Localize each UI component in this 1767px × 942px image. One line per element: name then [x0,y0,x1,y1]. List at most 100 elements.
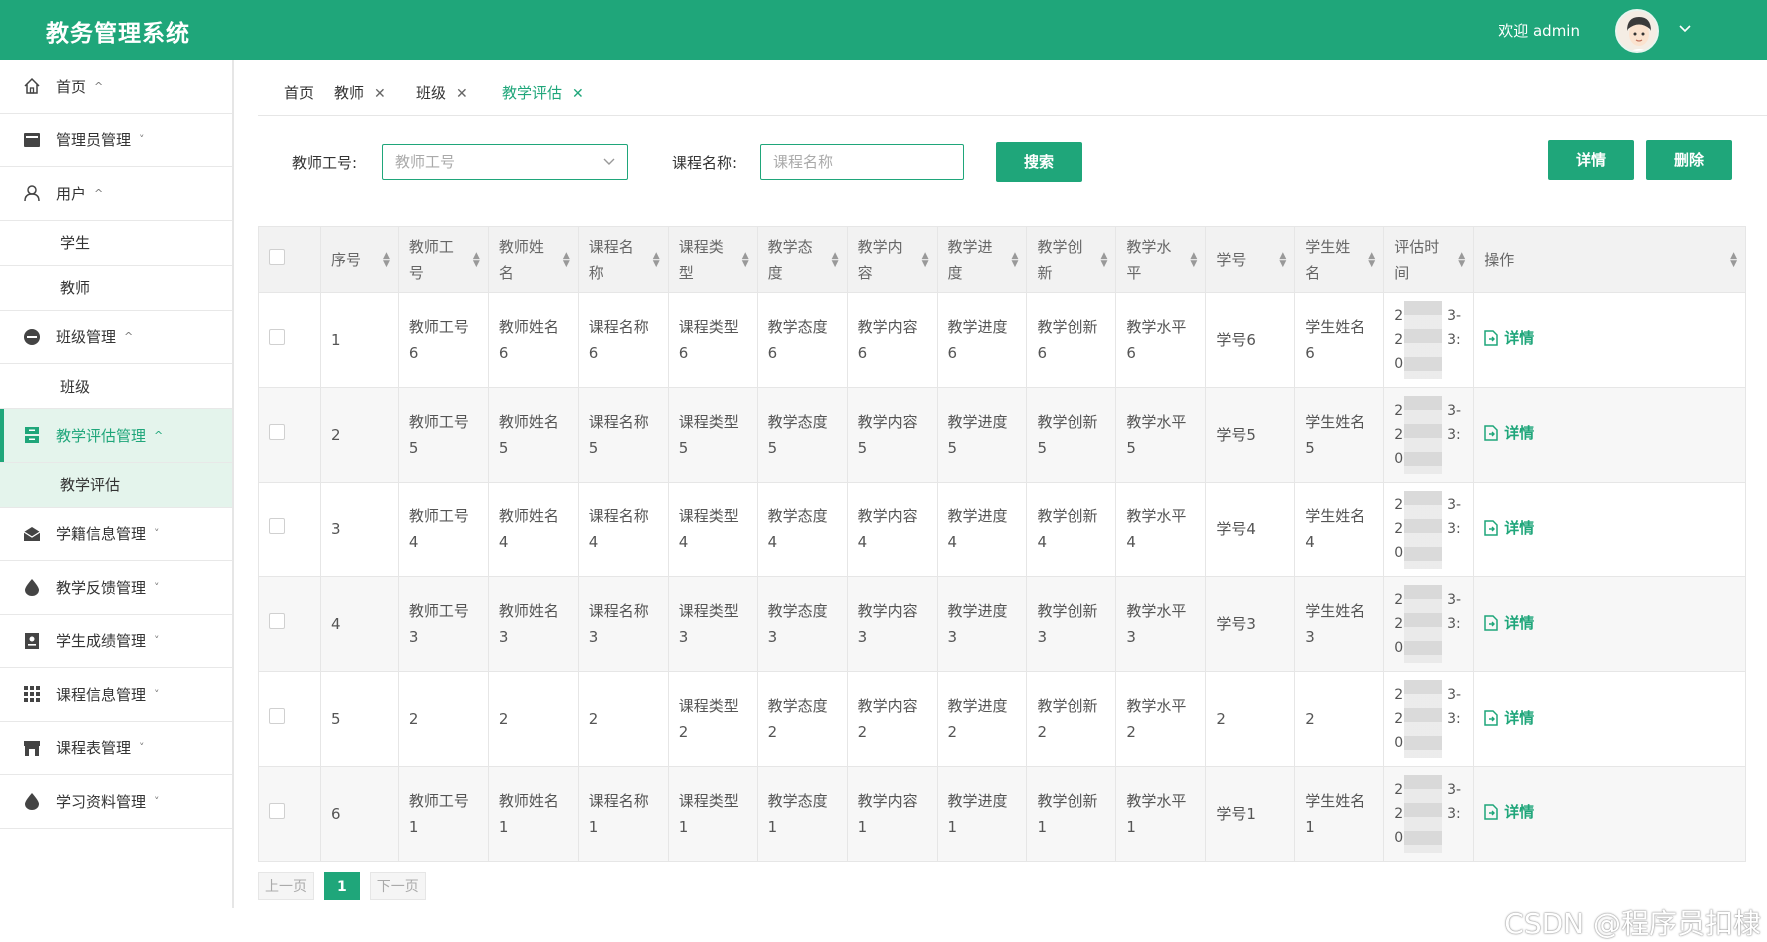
column-header[interactable]: 操作 ▲ ▼ [1473,226,1746,293]
cell-text: 课程类型 [678,697,739,716]
row-number: 1 [319,292,399,388]
column-header[interactable]: 教学内容 ▲ ▼ [846,226,938,293]
course-name-input[interactable]: 课程名称 [760,144,964,180]
watermark: CSDN @程序员扣棣 [1504,907,1761,940]
sort-icon[interactable]: ▲ ▼ [1012,251,1019,268]
cell-text: 教师姓名 [498,791,559,810]
detail-link-label: 详情 [1504,803,1535,822]
sidebar-item-class-mgmt[interactable]: 班级管理 ^ [0,311,232,364]
row-checkbox[interactable] [269,328,285,345]
row-detail-link[interactable]: 详情 [1484,420,1534,446]
table-row[interactable]: 1 教师工号 6 教师姓名 6 课程名称 6 课程类型 6 教学态度 6 教学内容 6 教学进度 6 教学创新… [258,292,1746,388]
sidebar-item-teacher[interactable]: 教师 [0,266,232,311]
sort-icon[interactable]: ▲ ▼ [1190,251,1197,268]
table-cell: 教学水平 6 [1115,292,1207,388]
sidebar-item-student[interactable]: 学生 [0,221,232,266]
column-header[interactable]: 评估时间 ▲ ▼ [1383,226,1475,293]
column-header[interactable]: 教学态度 ▲ ▼ [756,226,848,293]
tab-evaluation[interactable]: 教学评估 ✕ [502,82,584,103]
column-header[interactable]: 教师姓名 ▲ ▼ [487,226,579,293]
row-detail-link[interactable]: 详情 [1484,705,1534,731]
row-detail-link[interactable]: 详情 [1484,325,1534,351]
row-checkbox[interactable] [269,708,285,725]
time-text: 0 [1394,735,1404,752]
column-header[interactable]: 序号 ▲ ▼ [319,226,399,293]
table-row[interactable]: 6 教师工号 1 教师姓名 1 课程名称 1 课程类型 1 教学态度 1 教学内容 1 教学进度 1 教学创新… [258,765,1746,862]
row-checkbox[interactable] [269,518,285,535]
table-row[interactable]: 3 教师工号 4 教师姓名 4 课程名称 4 课程类型 4 教学态度 4 教学内容 4 教学进度 4 教学创新… [258,481,1746,578]
sort-icon[interactable]: ▲ ▼ [742,251,749,268]
cell-text: 教学内容 [857,412,918,431]
detail-button[interactable]: 详情 [1548,140,1634,180]
row-checkbox[interactable] [269,613,285,630]
sort-icon[interactable]: ▲ ▼ [922,251,929,268]
sidebar-item-grades[interactable]: 学生成绩管理 ˅ [0,615,232,668]
select-all-checkbox[interactable] [269,248,285,265]
column-header[interactable]: 学生姓名 ▲ ▼ [1294,226,1385,293]
close-icon[interactable]: ✕ [374,86,386,102]
column-header[interactable]: 教学水平 ▲ ▼ [1115,226,1207,293]
tab-home[interactable]: 首页 [284,82,314,103]
sidebar-item-home[interactable]: 首页 ^ [0,60,232,114]
column-header[interactable]: 课程类型 ▲ ▼ [667,226,758,293]
table-row[interactable]: 2 教师工号 5 教师姓名 5 课程名称 5 课程类型 5 教学态度 5 教学内容 5 教学进度 5 教学创新… [258,386,1746,483]
sort-icon[interactable]: ▲ ▼ [1368,251,1375,268]
table-cell: 2 [1205,671,1296,767]
column-header[interactable]: 课程名称 ▲ ▼ [577,226,669,293]
row-number: 2 [319,386,399,483]
sidebar-item-timetable[interactable]: 课程表管理 ˅ [0,722,232,775]
table-row[interactable]: 4 教师工号 3 教师姓名 3 课程名称 3 课程类型 3 教学态度 3 教学内容 3 教学进度 3 教学创新… [258,576,1746,673]
sidebar: 首页 ^ 管理员管理 ˅ 用户 ^ 学生 教师 班级管理 ^ 班级 教学评估管理… [0,60,234,908]
sort-icon[interactable]: ▲ ▼ [383,251,390,268]
sort-icon[interactable]: ▲ ▼ [1730,251,1737,268]
delete-button[interactable]: 删除 [1646,140,1732,180]
column-header[interactable]: 学号 ▲ ▼ [1205,226,1296,293]
cell-text: 6 [498,343,509,362]
sort-icon[interactable]: ▲ ▼ [1279,251,1286,268]
sort-icon[interactable]: ▲ ▼ [1100,251,1107,268]
sort-icon[interactable]: ▲ ▼ [653,251,660,268]
search-button[interactable]: 搜索 [996,142,1082,182]
sidebar-item-enrollment[interactable]: 学籍信息管理 ˅ [0,508,232,561]
sidebar-item-user[interactable]: 用户 ^ [0,167,232,221]
row-detail-link[interactable]: 详情 [1484,515,1534,541]
chevron-down-icon [603,145,615,179]
cell-text: 教学态度 [767,507,828,526]
sort-icon[interactable]: ▲ ▼ [563,251,570,268]
next-page-button[interactable]: 下一页 [369,872,426,900]
sidebar-item-class[interactable]: 班级 [0,364,232,409]
sidebar-item-evaluation-mgmt[interactable]: 教学评估管理 ^ [0,409,232,463]
row-detail-link[interactable]: 详情 [1484,610,1534,636]
column-header[interactable]: 教学创新 ▲ ▼ [1026,226,1117,293]
sidebar-item-feedback[interactable]: 教学反馈管理 ˅ [0,561,232,615]
tab-teacher[interactable]: 教师 ✕ [334,82,386,103]
column-header[interactable]: 教学进度 ▲ ▼ [936,226,1028,293]
sidebar-item-label: 课程信息管理 [56,685,147,704]
column-header[interactable]: 教师工号 ▲ ▼ [397,226,489,293]
evaluation-time-cell: 2 3- 2 3: 0 [1383,386,1475,483]
current-page-button[interactable]: 1 [324,872,360,900]
cell-text: 教学创新 [1037,791,1098,810]
avatar[interactable] [1615,9,1659,53]
close-icon[interactable]: ✕ [572,86,584,102]
sort-icon[interactable]: ▲ ▼ [473,251,480,268]
chevron-down-icon[interactable] [1679,21,1691,37]
row-checkbox[interactable] [269,423,285,440]
row-checkbox[interactable] [269,802,285,819]
sidebar-item-evaluation[interactable]: 教学评估 [0,462,232,508]
tab-class[interactable]: 班级 ✕ [416,82,468,103]
table-row[interactable]: 5 2 2 2 课程类型 2 教学态度 2 教学内容 2 教学进度 2 教学创新 2 教学水平 2 2 2 2 3- 2… [258,671,1746,767]
sort-icon[interactable]: ▲ ▼ [832,251,839,268]
teacher-no-select[interactable]: 教师工号 [382,144,628,180]
time-text: 3- [1447,307,1462,324]
cell-text: 3 [678,628,689,647]
prev-page-button[interactable]: 上一页 [258,872,314,900]
sort-icon[interactable]: ▲ ▼ [1458,251,1465,268]
sidebar-item-admin[interactable]: 管理员管理 ˅ [0,114,232,167]
sidebar-item-materials[interactable]: 学习资料管理 ˅ [0,775,232,829]
sidebar-item-course-info[interactable]: 课程信息管理 ˅ [0,668,232,722]
cell-text: 学生姓名 [1305,602,1366,621]
row-detail-link[interactable]: 详情 [1484,799,1534,825]
close-icon[interactable]: ✕ [456,86,468,102]
table-cell: 教学态度 1 [756,765,848,862]
